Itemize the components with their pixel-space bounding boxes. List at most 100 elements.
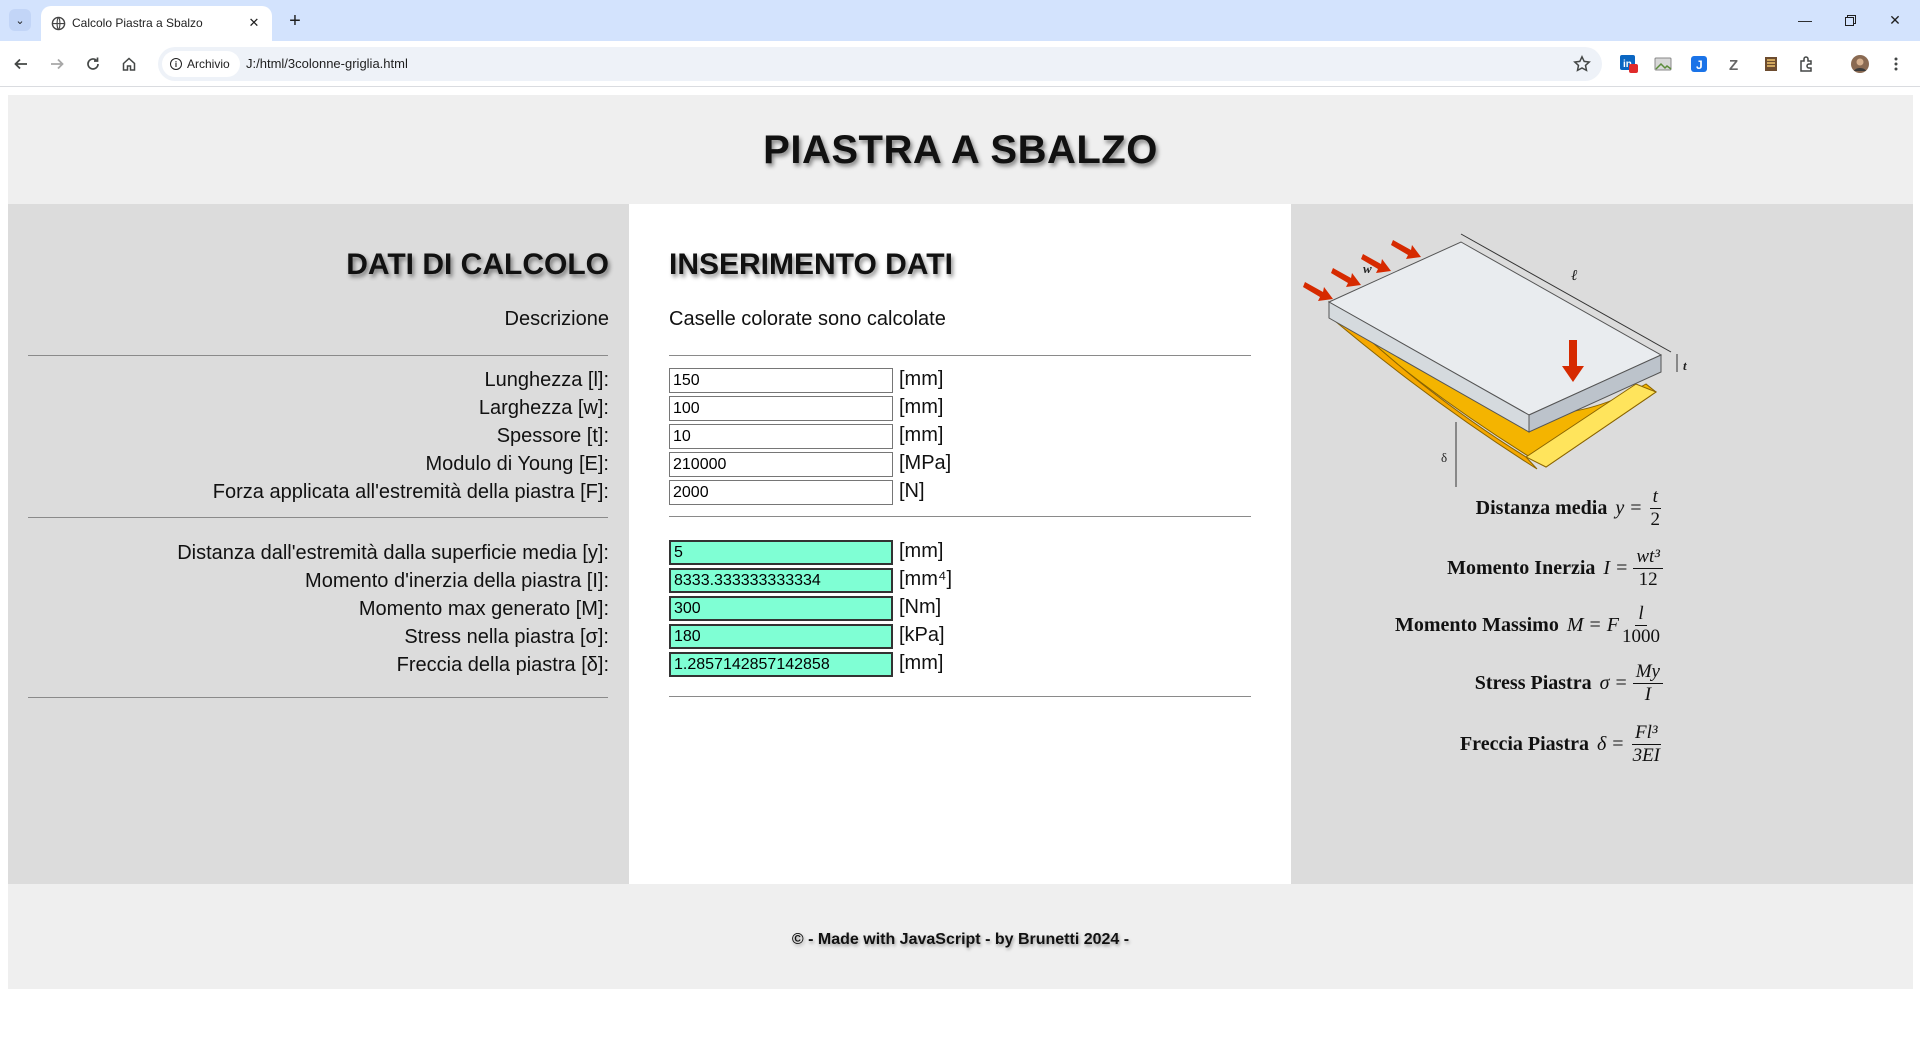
- tab-search-button[interactable]: ⌄: [9, 9, 31, 31]
- tab-strip: ⌄ Calcolo Piastra a Sbalzo ✕ + — ✕: [0, 0, 1920, 41]
- description-label: Descrizione: [504, 308, 609, 330]
- formulas-column: ℓ t δ w Distanza media y = t2 Momento In…: [1291, 204, 1913, 884]
- footer-text: © - Made with JavaScript - by Brunetti 2…: [791, 930, 1130, 948]
- star-icon: [1573, 55, 1591, 72]
- back-button[interactable]: [8, 51, 34, 77]
- formula-inertia: Momento Inerzia I = wt³ 12: [1447, 546, 1663, 591]
- force-unit: [N]: [899, 480, 925, 502]
- divider: [669, 355, 1251, 356]
- url-text[interactable]: J:/html/3colonne-griglia.html: [246, 56, 408, 71]
- inertia-unit: [mm⁴]: [899, 568, 953, 590]
- formula-max-moment: Momento Massimo M = F l 1000: [1394, 603, 1660, 647]
- site-chip-label: Archivio: [187, 57, 230, 71]
- j-app-icon: J: [1691, 56, 1707, 72]
- page-footer: © - Made with JavaScript - by Brunetti 2…: [8, 884, 1913, 989]
- close-tab-icon[interactable]: ✕: [244, 13, 264, 33]
- list-app-icon: [1765, 57, 1777, 71]
- puzzle-icon: [1800, 56, 1812, 72]
- thickness-symbol: t: [1683, 358, 1687, 373]
- extensions-menu-button[interactable]: [1796, 53, 1818, 75]
- max-moment-unit: [Nm]: [899, 596, 942, 618]
- divider: [669, 516, 1251, 517]
- calculated-note: Caselle colorate sono calcolate: [669, 308, 946, 330]
- formula-deflection: Freccia Piastra δ = Fl³ 3EI: [1459, 722, 1661, 766]
- divider: [669, 696, 1251, 697]
- site-info-chip[interactable]: i Archivio: [162, 51, 240, 77]
- reload-icon: [87, 57, 99, 70]
- three-column-grid: DATI DI CALCOLO Descrizione Lunghezza [l…: [8, 204, 1913, 884]
- browser-tab[interactable]: Calcolo Piastra a Sbalzo ✕: [41, 6, 272, 41]
- avatar: [1851, 55, 1869, 73]
- extension-j[interactable]: J: [1688, 53, 1710, 75]
- extension-linkedin[interactable]: in: [1618, 53, 1640, 75]
- distance-output[interactable]: [669, 540, 893, 565]
- browser-menu-button[interactable]: [1885, 53, 1907, 75]
- image-icon: [1654, 57, 1672, 71]
- deflection-unit: [mm]: [899, 652, 944, 674]
- extension-z[interactable]: Z: [1724, 53, 1746, 75]
- formula-distance: Distanza media y = t2: [1475, 486, 1661, 530]
- page: PIASTRA A SBALZO DATI DI CALCOLO Descriz…: [8, 95, 1913, 989]
- arrow-right-icon: [51, 58, 64, 70]
- width-input[interactable]: [669, 396, 893, 421]
- young-modulus-label: Modulo di Young [E]:: [425, 453, 609, 475]
- formula-stress: Stress Piastra σ = My I: [1475, 661, 1663, 706]
- tab-title: Calcolo Piastra a Sbalzo: [72, 16, 203, 30]
- address-bar[interactable]: i Archivio J:/html/3colonne-griglia.html: [158, 47, 1602, 81]
- thickness-label: Spessore [t]:: [496, 425, 609, 447]
- extension-image[interactable]: [1652, 53, 1674, 75]
- profile-button[interactable]: [1849, 53, 1871, 75]
- width-label: Larghezza [w]:: [478, 397, 609, 419]
- cantilever-plate-diagram: ℓ t δ w: [1303, 233, 1687, 487]
- browser-toolbar: i Archivio J:/html/3colonne-griglia.html…: [0, 41, 1920, 87]
- length-symbol: ℓ: [1571, 268, 1577, 284]
- young-modulus-unit: [MPa]: [899, 452, 952, 474]
- length-label: Lunghezza [l]:: [484, 369, 609, 391]
- inertia-output[interactable]: [669, 568, 893, 593]
- close-window-button[interactable]: ✕: [1880, 8, 1910, 32]
- stress-unit: [kPa]: [899, 624, 945, 646]
- delta-symbol: δ: [1441, 450, 1447, 465]
- inertia-label: Momento d'inerzia della piastra [I]:: [305, 570, 609, 592]
- labels-column: DATI DI CALCOLO Descrizione Lunghezza [l…: [8, 204, 629, 884]
- svg-text:J: J: [1696, 58, 1703, 72]
- length-input[interactable]: [669, 368, 893, 393]
- new-tab-button[interactable]: +: [283, 9, 307, 33]
- thickness-unit: [mm]: [899, 424, 944, 446]
- stress-output[interactable]: [669, 624, 893, 649]
- forward-button[interactable]: [44, 51, 70, 77]
- length-unit: [mm]: [899, 368, 944, 390]
- divider: [28, 517, 608, 518]
- chevron-down-icon: ⌄: [15, 14, 25, 27]
- restore-button[interactable]: [1835, 8, 1865, 32]
- distance-unit: [mm]: [899, 540, 944, 562]
- page-title: PIASTRA A SBALZO: [763, 128, 1158, 172]
- max-moment-label: Momento max generato [M]:: [358, 598, 609, 620]
- minimize-button[interactable]: —: [1790, 8, 1820, 32]
- force-label: Forza applicata all'estremità della pias…: [212, 481, 609, 503]
- home-button[interactable]: [116, 51, 142, 77]
- extension-list[interactable]: [1760, 53, 1782, 75]
- labels-title: DATI DI CALCOLO: [346, 248, 609, 281]
- reload-button[interactable]: [80, 51, 106, 77]
- z-app-icon: Z: [1729, 57, 1738, 73]
- distance-label: Distanza dall'estremità dalla superficie…: [177, 542, 609, 564]
- bookmark-button[interactable]: [1570, 52, 1594, 76]
- max-moment-output[interactable]: [669, 596, 893, 621]
- page-header: PIASTRA A SBALZO: [8, 95, 1913, 204]
- arrow-left-icon: [14, 58, 27, 70]
- home-icon: [122, 57, 136, 71]
- young-modulus-input[interactable]: [669, 452, 893, 477]
- svg-text:Z: Z: [1729, 57, 1738, 73]
- deflection-label: Freccia della piastra [δ]:: [396, 654, 609, 676]
- inputs-column: INSERIMENTO DATI Caselle colorate sono c…: [629, 204, 1291, 884]
- width-unit: [mm]: [899, 396, 944, 418]
- deflection-output[interactable]: [669, 652, 893, 677]
- force-input[interactable]: [669, 480, 893, 505]
- globe-icon: [51, 16, 66, 31]
- thickness-input[interactable]: [669, 424, 893, 449]
- inputs-title: INSERIMENTO DATI: [669, 248, 953, 281]
- info-icon: i: [170, 58, 182, 70]
- divider: [28, 355, 608, 356]
- linkedin-icon: in: [1620, 55, 1638, 73]
